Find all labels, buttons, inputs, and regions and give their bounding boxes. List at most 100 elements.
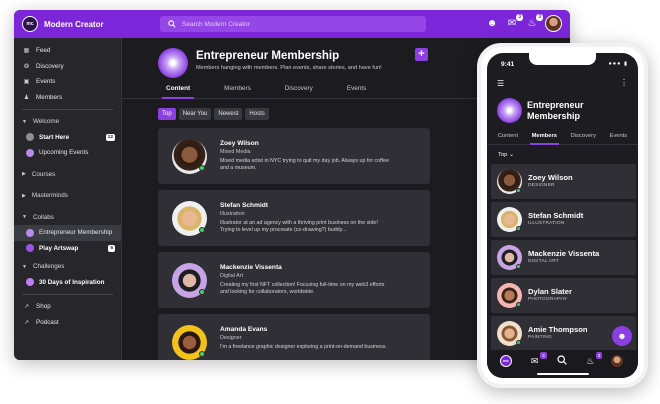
filter-top[interactable]: Top — [158, 108, 176, 120]
space-icon — [26, 228, 34, 237]
online-indicator — [516, 188, 521, 193]
member-role: Mixed Media — [220, 149, 251, 155]
section-label: Collabs — [32, 213, 54, 221]
member-role: Illustration — [220, 211, 245, 217]
filter-near-you[interactable]: Near You — [178, 108, 212, 120]
calendar-icon: ▣ — [23, 79, 30, 86]
section-label: Challenges — [32, 263, 65, 271]
tab-members[interactable]: Members — [529, 133, 560, 145]
user-avatar[interactable] — [545, 15, 562, 32]
nav-profile[interactable] — [611, 355, 625, 367]
marketing-composite: mc Modern Creator Search Modern Creator … — [0, 0, 660, 404]
sort-dropdown[interactable]: Top ⌄ — [498, 152, 514, 158]
online-indicator — [516, 264, 521, 269]
section-challenges[interactable]: ▼ Challenges — [14, 259, 121, 275]
member-row[interactable]: Stefan Schmidt ILLUSTRATION — [491, 202, 636, 237]
member-name: Dylan Slater — [528, 287, 572, 296]
messages-icon: ✉ — [530, 355, 539, 366]
sidebar-item-members[interactable]: ♟ Members — [14, 90, 121, 106]
add-button[interactable]: + — [415, 48, 428, 61]
sidebar-item-entrepreneur-membership[interactable]: Entrepreneur Membership — [14, 225, 121, 241]
add-member-icon: ☻ — [617, 331, 627, 341]
app-logo[interactable]: mc — [22, 16, 38, 32]
sidebar-item-feed[interactable]: ▦ Feed — [14, 43, 121, 59]
sidebar-link-podcast[interactable]: ↗ Podcast — [14, 315, 121, 331]
member-card[interactable]: Mackenzie Vissenta Digital Art Creating … — [158, 252, 430, 308]
member-bio: Mixed media artist in NYC trying to quit… — [220, 158, 389, 171]
nav-messages[interactable]: ✉ 3 — [528, 351, 547, 367]
chevron-down-icon: ▼ — [22, 118, 27, 125]
section-courses[interactable]: ▶ Courses — [14, 167, 121, 183]
nav-notifications[interactable]: ♨ 3 — [583, 351, 603, 367]
tab-events[interactable]: Events — [609, 133, 627, 144]
group-description: Members hanging with members. Plan event… — [196, 65, 382, 71]
sidebar-item-label: Podcast — [36, 318, 59, 326]
search-input[interactable]: Search Modern Creator — [160, 16, 426, 32]
user-avatar — [611, 355, 624, 367]
external-link-icon: ↗ — [23, 304, 30, 311]
compass-icon: ❂ — [23, 63, 30, 70]
sidebar-link-shop[interactable]: ↗ Shop — [14, 299, 121, 315]
more-vertical-icon[interactable]: ⋮ — [620, 78, 628, 87]
tab-content[interactable]: Content — [498, 133, 518, 144]
space-icon — [26, 278, 34, 287]
sidebar-item-discovery[interactable]: ❂ Discovery — [14, 59, 121, 75]
sidebar-item-label: Entrepreneur Membership — [39, 229, 113, 237]
member-name: Amanda Evans — [220, 326, 268, 333]
member-bio: Creating my first NFT collection! Focusi… — [220, 282, 385, 295]
divider — [22, 294, 113, 295]
messages-icon[interactable]: ✉ 3 — [505, 13, 523, 31]
messages-badge: 3 — [540, 351, 547, 359]
count-badge: 12 — [105, 133, 115, 141]
member-name: Zoey Wilson — [528, 173, 573, 182]
tab-members[interactable]: Members — [224, 85, 251, 98]
tab-discovery[interactable]: Discovery — [571, 133, 596, 144]
top-bar: mc Modern Creator Search Modern Creator … — [14, 10, 570, 38]
tab-content[interactable]: Content — [161, 85, 195, 99]
online-indicator — [516, 226, 521, 231]
member-row[interactable]: Mackenzie Vissenta DIGITAL ART — [491, 240, 636, 275]
sort-label: Top — [498, 152, 508, 158]
member-card[interactable]: Zoey Wilson Mixed Media Mixed media arti… — [158, 128, 430, 184]
sidebar-item-events[interactable]: ▣ Events — [14, 74, 121, 90]
sidebar-item-start-here[interactable]: Start Here 12 — [14, 130, 121, 146]
member-card[interactable]: Amanda Evans Designer I'm a freelance gr… — [158, 314, 430, 360]
member-row[interactable]: Dylan Slater PHOTOGRAPHY — [491, 278, 636, 313]
member-bio: I'm a freelance graphic designer explori… — [220, 344, 387, 350]
online-indicator — [516, 340, 521, 345]
sidebar-item-play-artswap[interactable]: Play Artswap 5 — [14, 241, 121, 257]
notifications-badge: 3 — [536, 13, 543, 21]
add-member-icon[interactable]: ☻ — [485, 17, 499, 31]
member-role: PAINTING — [528, 335, 552, 340]
bell-icon[interactable]: ♨ 3 — [525, 13, 543, 31]
sidebar-item-30-days[interactable]: 30 Days of Inspiration — [14, 275, 121, 291]
tab-events[interactable]: Events — [347, 85, 367, 98]
add-member-button[interactable]: ☻ — [612, 326, 632, 346]
member-card[interactable]: Stefan Schmidt Illustration Illustrator … — [158, 190, 430, 246]
member-role: PHOTOGRAPHY — [528, 297, 568, 302]
messages-badge: 3 — [516, 13, 523, 21]
app-logo: mc — [499, 355, 512, 367]
member-row[interactable]: Zoey Wilson DESIGNER — [491, 164, 636, 199]
space-icon — [26, 148, 34, 157]
sidebar-item-label: Play Artswap — [39, 244, 79, 252]
online-indicator — [199, 289, 205, 295]
nav-home[interactable]: mc — [499, 355, 514, 367]
member-name: Stefan Schmidt — [220, 202, 268, 209]
member-role: DESIGNER — [528, 183, 555, 188]
section-masterminds[interactable]: ▶ Masterminds — [14, 188, 121, 204]
filter-hosts[interactable]: Hosts — [245, 108, 269, 120]
section-collabs[interactable]: ▼ Collabs — [14, 210, 121, 226]
sidebar-item-upcoming-events[interactable]: Upcoming Events — [14, 145, 121, 161]
section-welcome[interactable]: ▼ Welcome — [14, 114, 121, 130]
member-bio: Illustrator at an ad agency with a thriv… — [220, 220, 378, 233]
sidebar-item-label: Events — [36, 78, 56, 86]
chevron-down-icon: ▼ — [22, 263, 27, 270]
filter-newest[interactable]: Newest — [214, 108, 243, 120]
phone-notch — [529, 53, 596, 65]
sidebar-item-label: Members — [36, 93, 63, 101]
app-name: Modern Creator — [44, 19, 104, 29]
nav-search[interactable] — [555, 355, 569, 367]
tab-discovery[interactable]: Discovery — [285, 85, 313, 98]
hamburger-icon[interactable]: ☰ — [497, 79, 504, 88]
